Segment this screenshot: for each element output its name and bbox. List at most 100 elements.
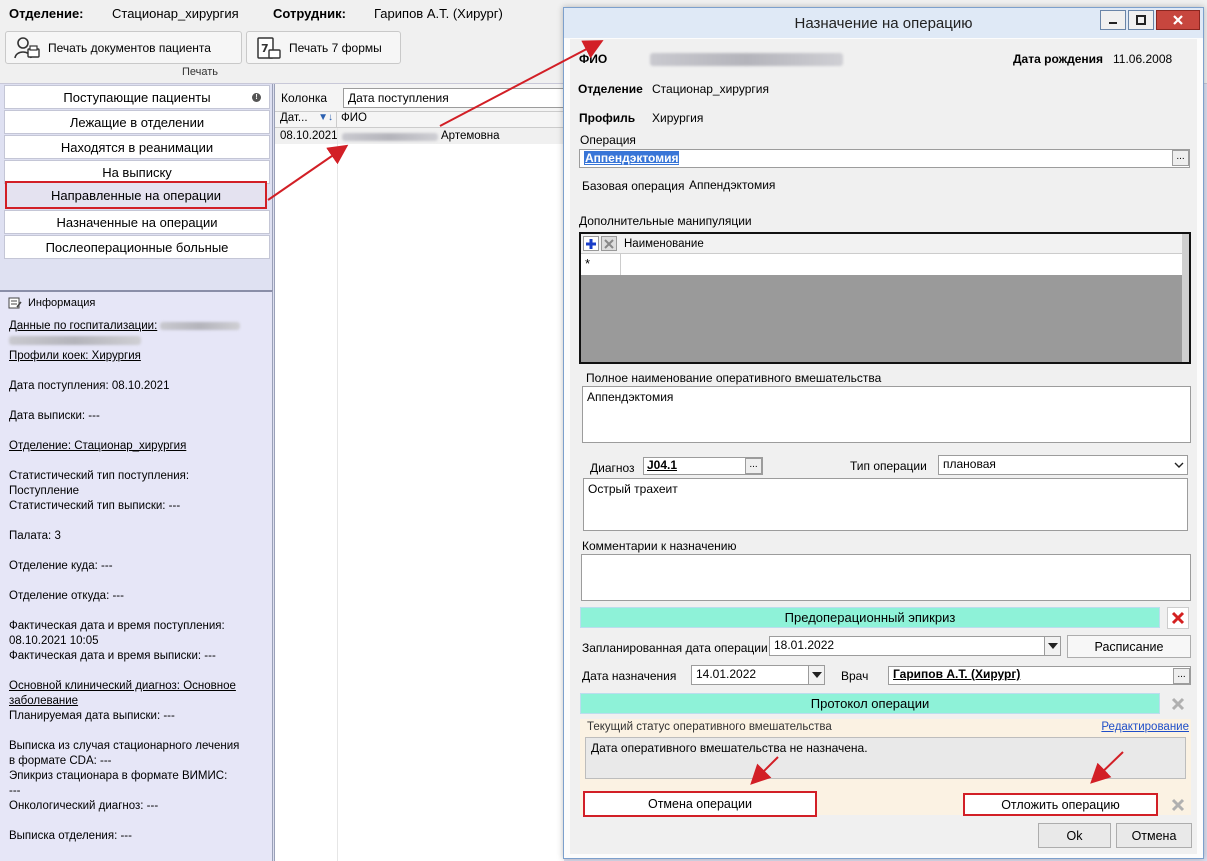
delete-preop-button[interactable] — [1167, 607, 1189, 629]
ok-button[interactable]: Ok — [1038, 823, 1111, 848]
grid-header: Дат... ▼↓ ФИО — [275, 112, 565, 128]
nav-in-department[interactable]: Лежащие в отделении — [4, 110, 270, 134]
grid-header: Наименование — [581, 234, 1182, 254]
column-date-header[interactable]: Дат... ▼↓ — [275, 112, 337, 128]
form7-clipboard-icon: 7 — [257, 36, 281, 59]
diagnosis-lookup-button[interactable]: ... — [745, 458, 762, 474]
nav-item-label: На выписку — [102, 164, 172, 180]
preop-epicrisis-button[interactable]: Предоперационный эпикриз — [580, 607, 1160, 628]
fio-label: ФИО — [579, 52, 608, 66]
comments-label: Комментарии к назначению — [582, 539, 737, 553]
info-diagnosis[interactable]: Основной клинический диагноз: Основное за… — [9, 679, 269, 724]
print-form7-label: Печать 7 формы — [289, 40, 382, 55]
chevron-down-icon — [1171, 456, 1187, 474]
redacted-text — [9, 336, 141, 346]
info-discharge-date: Дата выписки: --- — [9, 410, 100, 422]
assign-date-label: Дата назначения — [582, 669, 677, 683]
info-admission-date: Дата поступления: 08.10.2021 — [9, 380, 170, 392]
extra-manipulations-label: Дополнительные манипуляции — [579, 214, 752, 228]
nav-in-icu[interactable]: Находятся в реанимации — [4, 135, 270, 159]
patient-grid: Колонка Дата поступления Дат... ▼↓ ФИО 0… — [274, 84, 565, 861]
employee-label: Сотрудник: — [273, 6, 346, 21]
grid-divider — [337, 128, 338, 861]
grey-x-icon — [1171, 798, 1185, 812]
close-button[interactable] — [1156, 10, 1200, 30]
info-badge-icon: ! — [252, 93, 261, 102]
base-operation-value: Аппендэктомия — [689, 178, 776, 192]
diagnosis-label: Диагноз — [590, 461, 635, 475]
operation-lookup-button[interactable]: ... — [1172, 150, 1189, 166]
row-fio: Артемовна — [441, 130, 500, 142]
birth-date-label: Дата рождения — [1013, 52, 1104, 66]
operation-field[interactable]: Аппендэктомия — [579, 149, 1190, 168]
planned-date-label: Запланированная дата операции — [582, 641, 768, 655]
nav-postoperative[interactable]: Послеоперационные больные — [4, 235, 270, 259]
base-operation-label: Базовая операция — [582, 179, 685, 193]
minimize-button[interactable] — [1100, 10, 1126, 30]
nav-incoming-patients[interactable]: Поступающие пациенты ! — [4, 85, 270, 109]
grid-filter-bar: Колонка Дата поступления — [275, 84, 565, 112]
redacted-text — [650, 53, 843, 66]
print-group-label: Печать — [181, 66, 219, 78]
info-dept-extract: Выписка отделения: --- — [9, 830, 132, 842]
delete-row-button[interactable] — [601, 236, 617, 251]
chevron-down-icon[interactable] — [808, 666, 824, 684]
full-name-field[interactable]: Аппендэктомия — [582, 386, 1191, 443]
redacted-text — [342, 133, 438, 141]
close-icon — [1173, 15, 1183, 25]
print-patient-docs-label: Печать документов пациента — [48, 40, 211, 55]
operation-label: Операция — [580, 133, 636, 147]
maximize-icon — [1136, 15, 1146, 25]
info-cda: Выписка из случая стационарного лечения в… — [9, 740, 240, 812]
add-row-button[interactable] — [583, 236, 599, 251]
schedule-button[interactable]: Расписание — [1067, 635, 1191, 658]
grid-scrollbar[interactable] — [1182, 234, 1189, 362]
cancel-button[interactable]: Отмена — [1116, 823, 1192, 848]
diagnosis-text-field[interactable]: Острый трахеит — [583, 478, 1188, 531]
dialog-title: Назначение на операцию — [794, 14, 973, 32]
extra-manipulations-grid[interactable]: Наименование * — [579, 232, 1191, 364]
redacted-text — [160, 321, 241, 330]
delete-x-icon — [604, 238, 614, 249]
postpone-operation-button[interactable]: Отложить операцию — [963, 793, 1158, 816]
nav-assigned-to-surgery[interactable]: Назначенные на операции — [4, 210, 270, 234]
filter-column-value: Дата поступления — [348, 91, 449, 105]
operation-protocol-button[interactable]: Протокол операции — [580, 693, 1160, 714]
info-hospitalization[interactable]: Данные по госпитализации: — [9, 319, 269, 349]
info-bed-profiles[interactable]: Профили коек: Хирургия — [9, 349, 269, 364]
comments-field[interactable] — [581, 554, 1191, 601]
edit-link[interactable]: Редактирование — [1101, 721, 1189, 733]
sort-filter-icon[interactable]: ▼↓ — [318, 112, 333, 123]
info-actual-dates: Фактическая дата и время поступления: 08.… — [9, 620, 225, 662]
planned-date-picker[interactable]: 18.01.2022 — [769, 636, 1061, 656]
nav-item-label: Находятся в реанимации — [60, 139, 214, 155]
delete-protocol-button[interactable] — [1167, 693, 1189, 715]
full-name-label: Полное наименование оперативного вмешате… — [586, 371, 882, 385]
nav-item-label: Лежащие в отделении — [69, 114, 205, 130]
operation-type-select[interactable]: плановая — [938, 455, 1188, 475]
filter-column-select[interactable]: Дата поступления — [343, 88, 565, 108]
print-person-icon — [14, 36, 40, 58]
doctor-lookup-button[interactable]: ... — [1173, 668, 1190, 684]
info-title: Информация — [28, 297, 96, 309]
department-label: Отделение — [578, 82, 643, 96]
print-form7-button[interactable]: 7 Печать 7 формы — [246, 31, 401, 64]
nav-referred-to-surgery[interactable]: Направленные на операции — [5, 181, 267, 209]
dialog-body: ФИО Дата рождения 11.06.2008 Отделение С… — [570, 39, 1197, 854]
grey-x-icon — [1171, 697, 1185, 711]
cancel-operation-button[interactable]: Отмена операции — [583, 791, 817, 817]
assign-date-picker[interactable]: 14.01.2022 — [691, 665, 825, 685]
status-text-field: Дата оперативного вмешательства не назна… — [585, 737, 1186, 779]
print-patient-docs-button[interactable]: Печать документов пациента — [5, 31, 242, 64]
operation-value: Аппендэктомия — [584, 151, 680, 165]
department-value: Стационар_хирургия — [652, 82, 769, 96]
delete-status-button[interactable] — [1167, 794, 1189, 816]
doctor-field[interactable]: Гарипов А.Т. (Хирург) — [888, 666, 1191, 685]
maximize-button[interactable] — [1128, 10, 1154, 30]
birth-date-value: 11.06.2008 — [1113, 52, 1173, 66]
table-row[interactable]: 08.10.2021 Артемовна — [275, 128, 565, 144]
column-fio-header[interactable]: ФИО — [341, 112, 367, 124]
info-department[interactable]: Отделение: Стационар_хирургия — [9, 439, 269, 454]
new-row[interactable]: * — [581, 254, 1182, 275]
chevron-down-icon[interactable] — [1044, 637, 1060, 655]
